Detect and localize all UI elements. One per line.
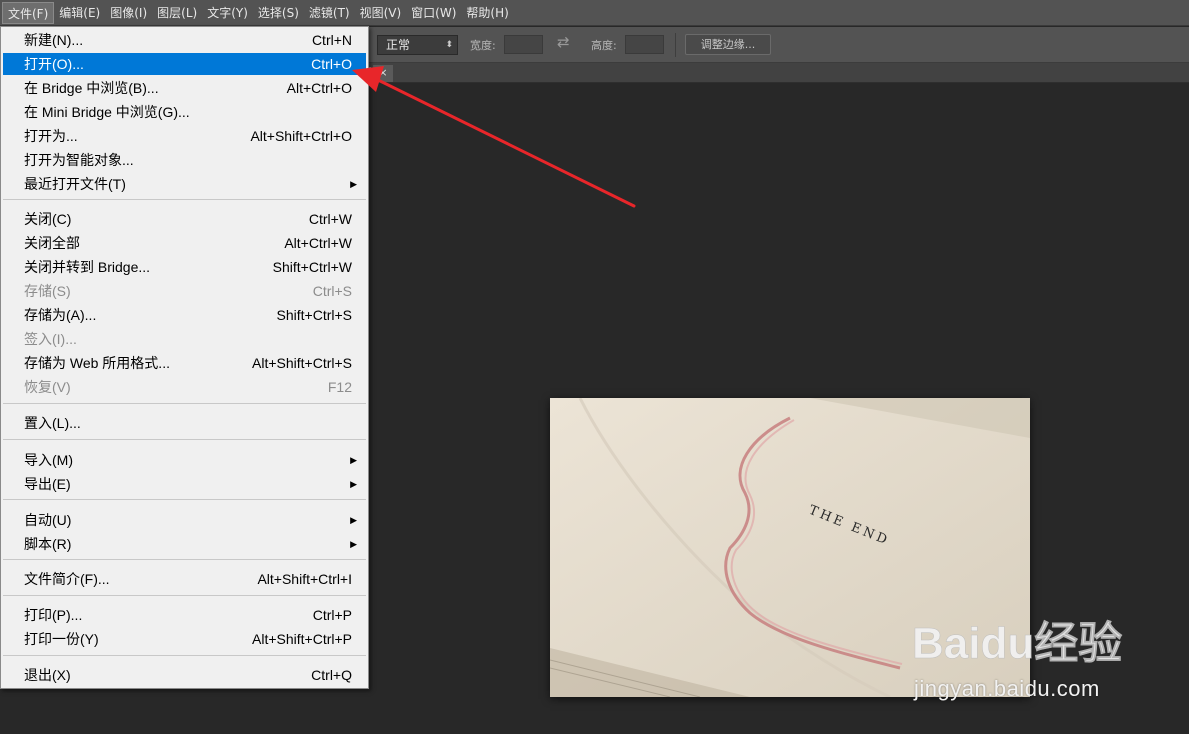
watermark: Baidu经验 jingyan.baidu.com [910,604,1140,714]
baidu-logo: Baidu经验 [912,619,1123,669]
svg-text:Baidu经验: Baidu经验 [912,619,1122,668]
watermark-domain: jingyan.baidu.com [914,676,1100,701]
